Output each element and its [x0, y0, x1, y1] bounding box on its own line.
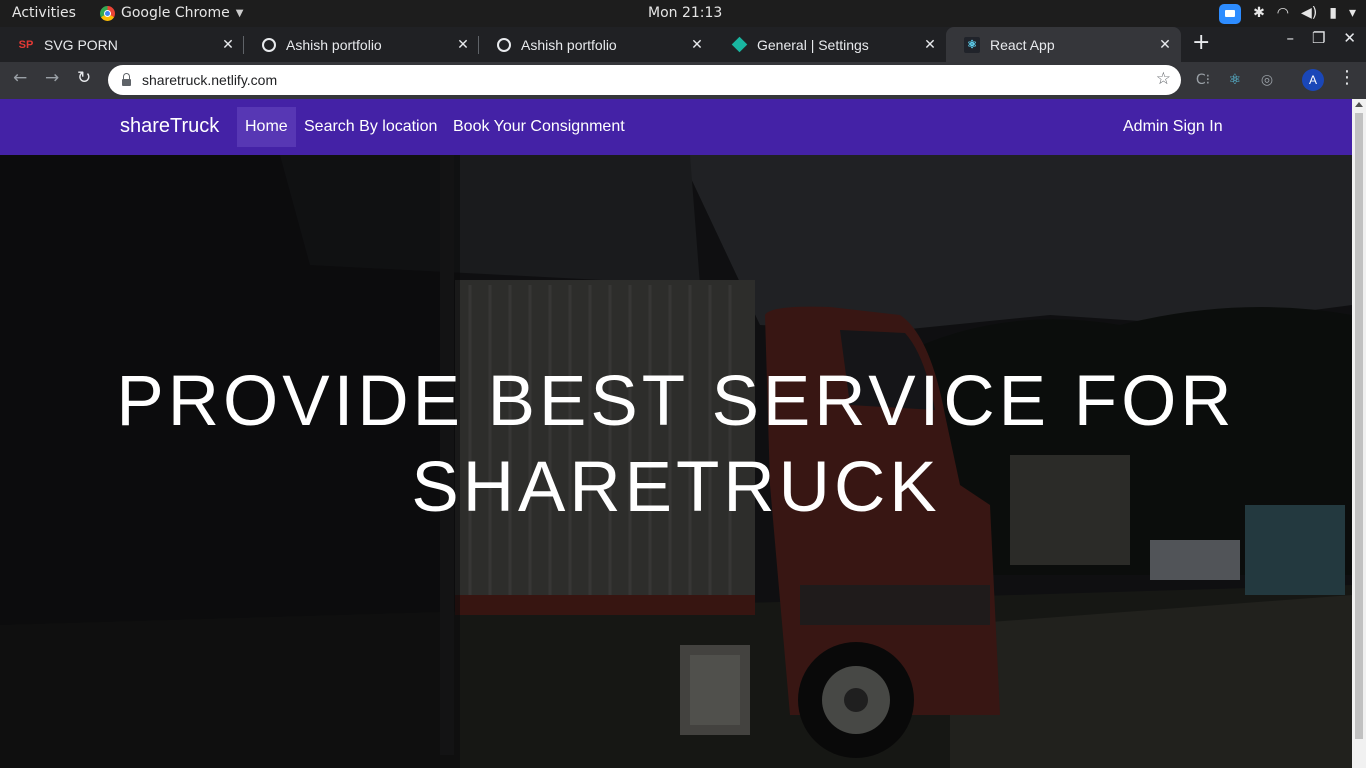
site-navbar: shareTruck Home Search By location Book … [0, 99, 1352, 155]
tab-ashish-portfolio-1[interactable]: Ashish portfolio ✕ [244, 27, 479, 62]
wifi-icon[interactable]: ◠ [1277, 3, 1289, 24]
globe-icon [497, 37, 511, 52]
browser-toolbar: ← → ↻ sharetruck.netlify.com ☆ C⁝ ⚛ ◎ A … [0, 62, 1366, 99]
app-menu[interactable]: Google Chrome ▼ [100, 5, 243, 21]
site-brand[interactable]: shareTruck [120, 115, 219, 138]
diamond-icon [731, 36, 747, 53]
volume-icon[interactable]: ◀) [1301, 3, 1317, 24]
restore-icon[interactable]: ❐ [1312, 29, 1325, 47]
tab-react-app[interactable]: ⚛ React App ✕ [946, 27, 1181, 62]
close-icon[interactable]: ✕ [1155, 36, 1175, 53]
tab-strip: SP SVG PORN ✕ Ashish portfolio ✕ Ashish … [0, 27, 1366, 62]
tab-title: React App [990, 36, 1055, 53]
close-icon[interactable]: ✕ [453, 36, 473, 53]
tab-title: Ashish portfolio [286, 36, 382, 53]
window-controls: – ❐ ✕ [1286, 29, 1356, 47]
scrollbar-thumb[interactable] [1355, 113, 1363, 739]
system-tray[interactable]: ✱ ◠ ◀) ▮ ▾ [1219, 3, 1356, 24]
back-icon[interactable]: ← [13, 68, 27, 88]
close-window-icon[interactable]: ✕ [1343, 29, 1356, 47]
chevron-down-icon: ▼ [235, 7, 244, 19]
address-bar[interactable]: sharetruck.netlify.com ☆ [108, 65, 1181, 95]
tab-svg-porn[interactable]: SP SVG PORN ✕ [0, 27, 244, 62]
admin-sign-in-link[interactable]: Admin Sign In [1115, 107, 1231, 147]
forward-icon[interactable]: → [45, 68, 59, 88]
react-devtools-icon[interactable]: ⚛ [1225, 70, 1245, 90]
bookmark-star-icon[interactable]: ☆ [1156, 69, 1171, 89]
clock[interactable]: Mon 21:13 [648, 5, 722, 21]
close-icon[interactable]: ✕ [218, 36, 238, 53]
activities-button[interactable]: Activities [12, 5, 76, 21]
globe-icon [262, 37, 276, 52]
scroll-up-icon[interactable] [1355, 102, 1363, 107]
hero-headline-line2: SHARETRUCK [411, 448, 941, 527]
profile-avatar[interactable]: A [1302, 69, 1324, 91]
svg-porn-favicon-icon: SP [18, 38, 34, 51]
nav-search-by-location[interactable]: Search By location [296, 107, 445, 147]
tab-general-settings[interactable]: General | Settings ✕ [713, 27, 946, 62]
lock-icon[interactable] [122, 72, 131, 86]
chevron-down-icon[interactable]: ▾ [1349, 3, 1356, 24]
reload-icon[interactable]: ↻ [77, 68, 91, 88]
page-scrollbar[interactable] [1352, 99, 1366, 768]
tab-title: General | Settings [757, 36, 869, 53]
hero-headline: PROVIDE BEST SERVICE FOR SHARETRUCK [0, 359, 1352, 531]
tab-ashish-portfolio-2[interactable]: Ashish portfolio ✕ [479, 27, 713, 62]
close-icon[interactable]: ✕ [920, 36, 940, 53]
minimize-icon[interactable]: – [1286, 29, 1294, 47]
chrome-icon [100, 5, 115, 21]
hero-section: PROVIDE BEST SERVICE FOR SHARETRUCK [0, 155, 1352, 768]
battery-icon[interactable]: ▮ [1329, 3, 1337, 24]
extension-cs-icon[interactable]: C⁝ [1193, 70, 1213, 90]
more-menu-icon[interactable]: ⋮ [1338, 67, 1356, 88]
slack-icon[interactable]: ✱ [1253, 3, 1265, 24]
close-icon[interactable]: ✕ [687, 36, 707, 53]
page-viewport: shareTruck Home Search By location Book … [0, 99, 1352, 768]
nav-home[interactable]: Home [237, 107, 296, 147]
nav-book-consignment[interactable]: Book Your Consignment [445, 107, 633, 147]
tab-title: Ashish portfolio [521, 36, 617, 53]
zoom-icon[interactable] [1219, 3, 1242, 24]
tab-title: SVG PORN [44, 36, 118, 53]
app-menu-label: Google Chrome [121, 5, 230, 21]
new-tab-button[interactable]: + [1192, 30, 1210, 55]
url-text[interactable]: sharetruck.netlify.com [142, 72, 277, 88]
system-top-bar: Activities Google Chrome ▼ Mon 21:13 ✱ ◠… [0, 0, 1366, 27]
extension-target-icon[interactable]: ◎ [1257, 70, 1277, 90]
hero-headline-line1: PROVIDE BEST SERVICE FOR [116, 362, 1236, 441]
react-icon: ⚛ [964, 36, 980, 53]
